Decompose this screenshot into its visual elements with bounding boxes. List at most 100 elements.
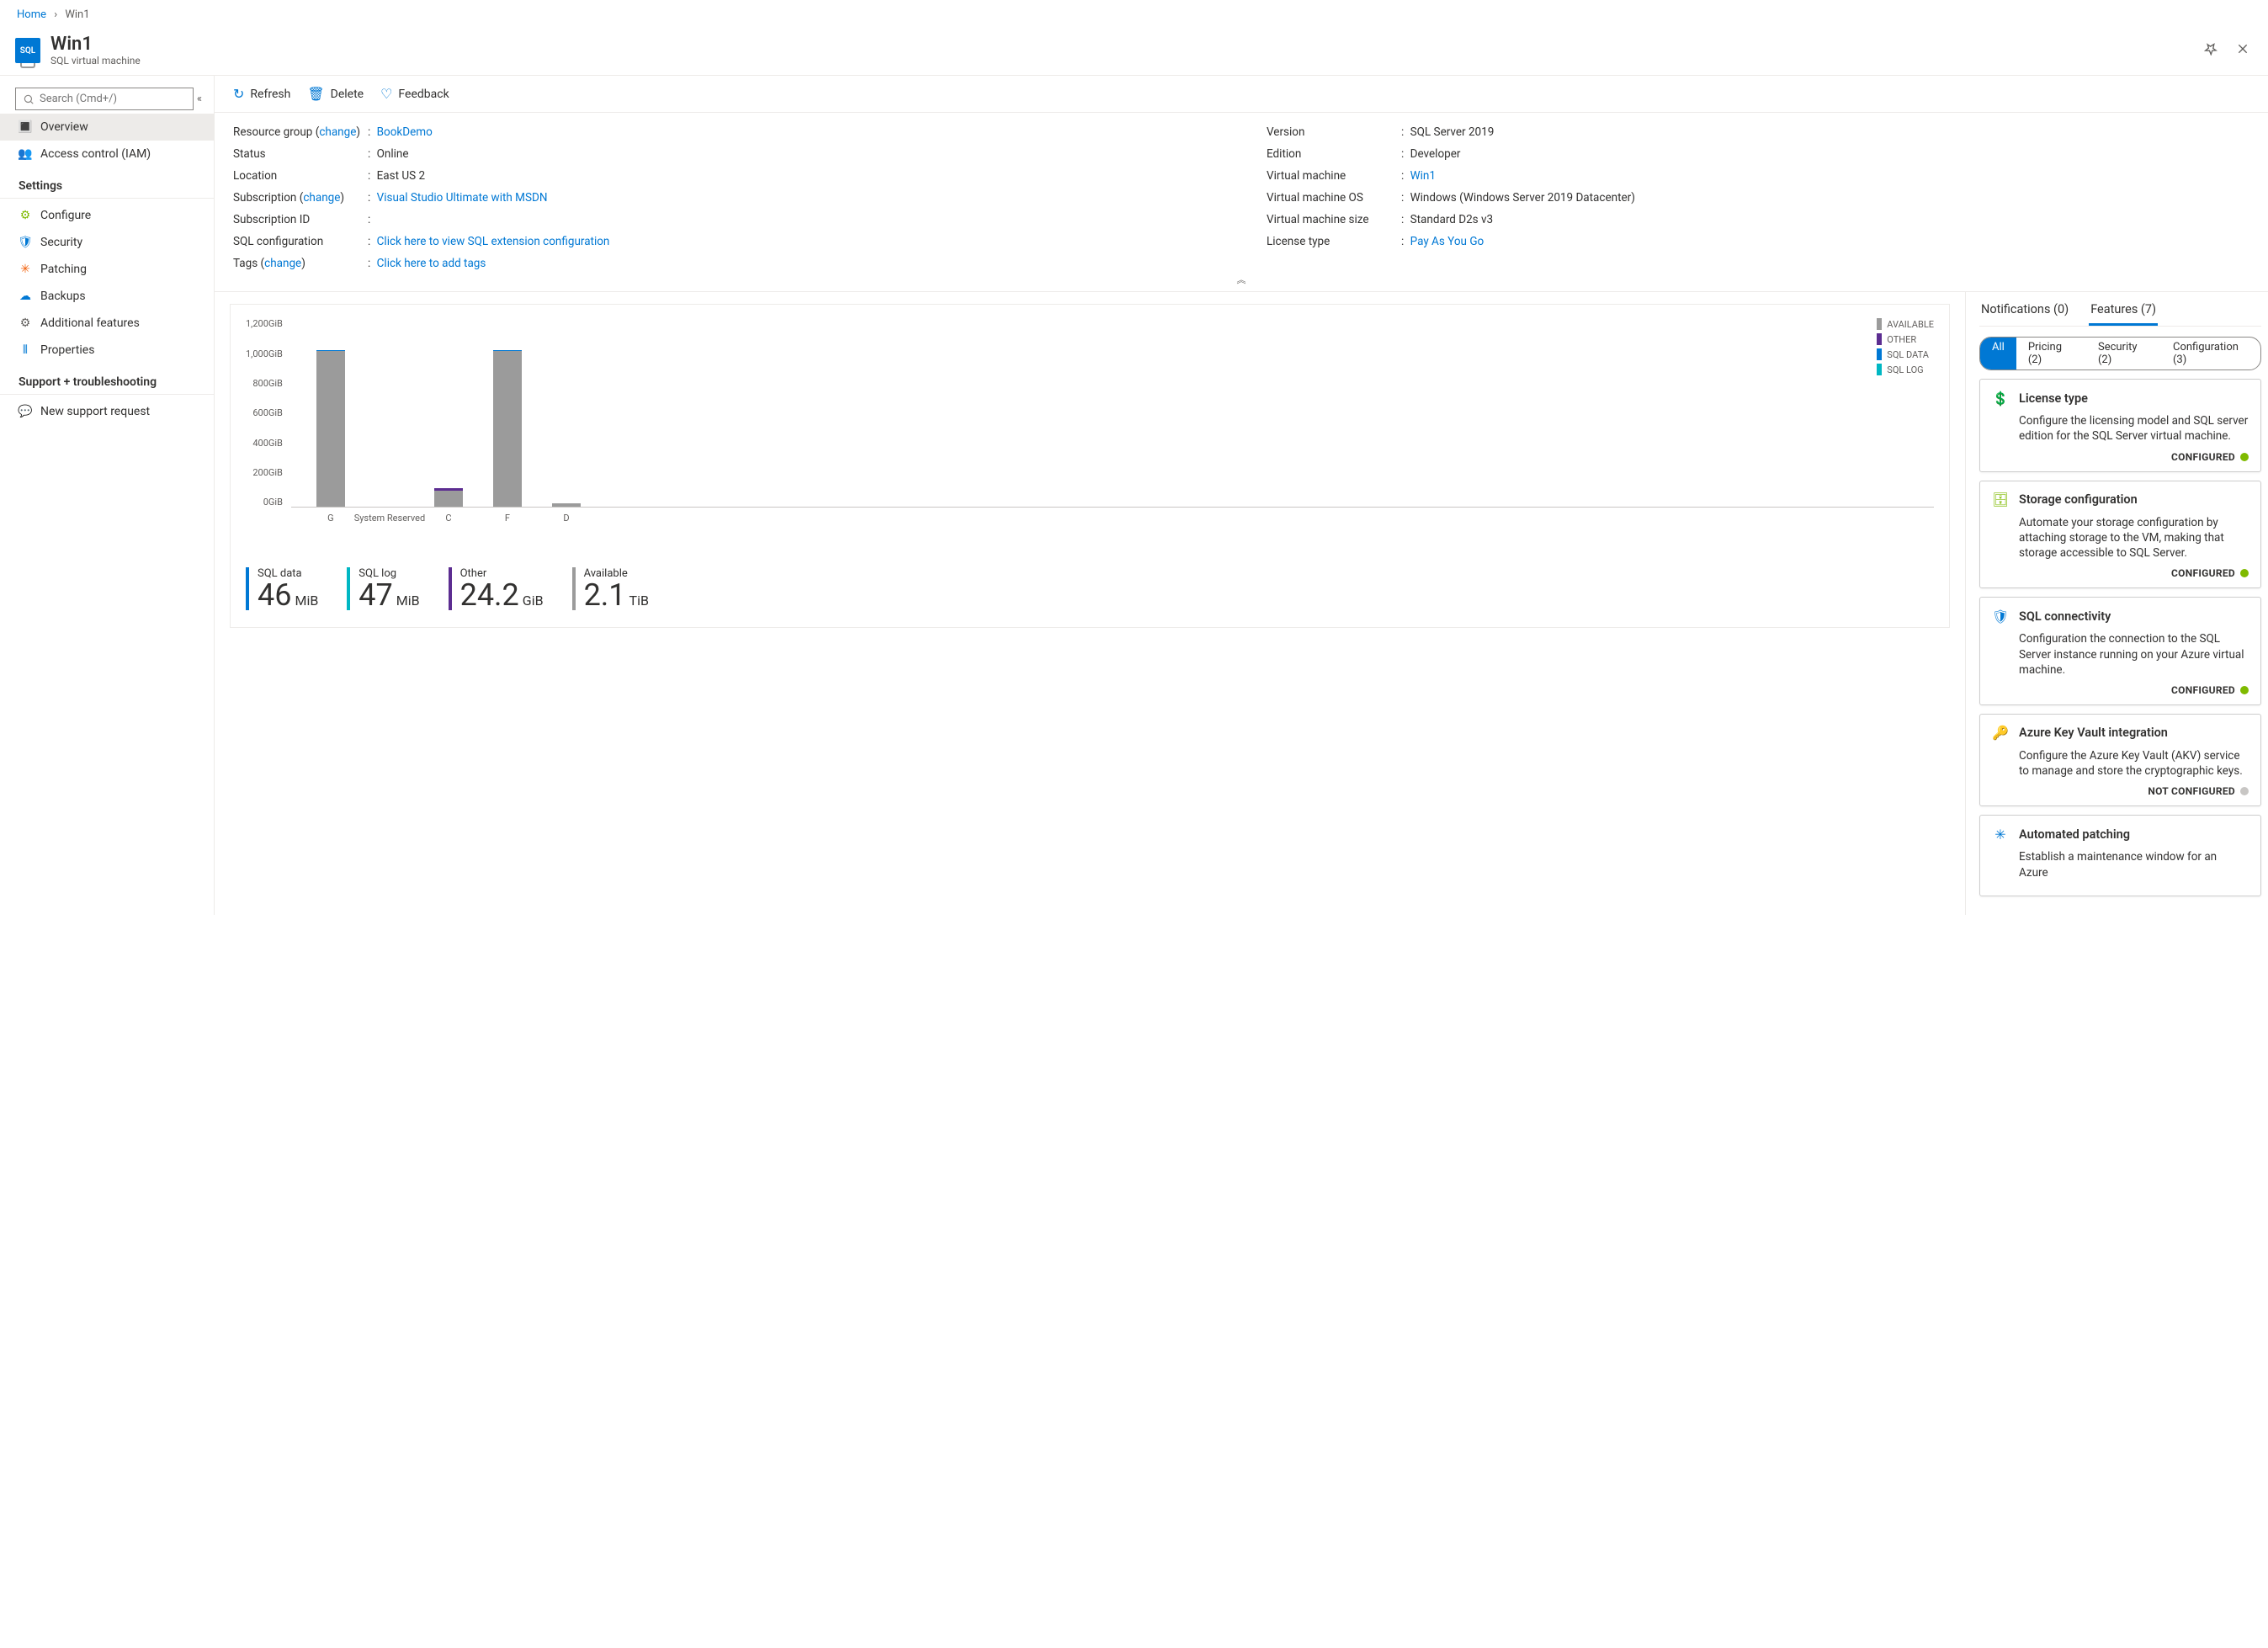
- essentials-value: Standard D2s v3: [1401, 213, 2249, 226]
- configure-icon: ⚙: [19, 209, 32, 222]
- sidebar-item-configure[interactable]: ⚙ Configure: [0, 202, 214, 229]
- sidebar-collapse-button[interactable]: «: [194, 93, 205, 105]
- pill-all[interactable]: All: [1980, 338, 2016, 369]
- feature-description: Configure the licensing model and SQL se…: [2019, 413, 2249, 444]
- essentials-value-link[interactable]: Win1: [1410, 169, 1436, 183]
- feature-card-azure-key-vault-integration[interactable]: 🔑Azure Key Vault integrationConfigure th…: [1979, 714, 2261, 806]
- sidebar-item-label: Additional features: [40, 316, 140, 330]
- feature-description: Establish a maintenance window for an Az…: [2019, 849, 2249, 880]
- close-icon: [2236, 42, 2249, 56]
- sidebar-item-label: Access control (IAM): [40, 147, 151, 161]
- pill-security-2-[interactable]: Security (2): [2086, 338, 2161, 369]
- sidebar-item-security[interactable]: 🛡 Security: [0, 229, 214, 256]
- essentials-value: BookDemo: [368, 125, 1216, 139]
- feature-card-automated-patching[interactable]: ✳Automated patchingEstablish a maintenan…: [1979, 815, 2261, 896]
- essentials-key: Tags (change): [233, 257, 368, 270]
- sidebar-item-label: Overview: [40, 120, 88, 134]
- feature-status: CONFIGURED: [1992, 567, 2249, 579]
- sidebar-item-patching[interactable]: ✳Patching: [0, 256, 214, 283]
- pin-icon: [2204, 42, 2218, 56]
- delete-button[interactable]: 🗑Delete: [307, 86, 364, 102]
- sidebar-item-access-control-iam-[interactable]: 👥 Access control (IAM): [0, 141, 214, 167]
- pill-pricing-2-[interactable]: Pricing (2): [2016, 338, 2086, 369]
- essentials-key: Virtual machine size: [1267, 213, 1401, 226]
- sidebar-item-properties[interactable]: ⦀ Properties: [0, 337, 214, 364]
- security-icon: 🛡: [19, 236, 32, 249]
- feature-card-sql-connectivity[interactable]: 🛡 SQL connectivity Configuration the conne…: [1979, 597, 2261, 705]
- access-control-iam--icon: 👥: [19, 147, 32, 161]
- feature-title: Automated patching: [2019, 827, 2130, 842]
- feature-title: SQL connectivity: [2019, 609, 2111, 624]
- feature-title: License type: [2019, 391, 2088, 406]
- essentials-key: Virtual machine OS: [1267, 191, 1401, 205]
- feature-status: NOT CONFIGURED: [1992, 785, 2249, 797]
- essentials-value-link[interactable]: Visual Studio Ultimate with MSDN: [377, 191, 548, 205]
- breadcrumb-home[interactable]: Home: [17, 8, 46, 21]
- feature-description: Automate your storage configuration by a…: [2019, 515, 2249, 561]
- sidebar-item-label: Security: [40, 236, 82, 249]
- sidebar-item-overview[interactable]: 🔳Overview: [0, 114, 214, 141]
- refresh-icon: ↻: [233, 86, 244, 102]
- essentials-key: Status: [233, 147, 368, 161]
- breadcrumb: Home › Win1: [0, 0, 2268, 29]
- feedback-button[interactable]: ♡Feedback: [380, 86, 449, 102]
- metric-other: Other24.2GiB: [449, 567, 544, 610]
- change-link[interactable]: change: [303, 191, 340, 205]
- essentials-key: License type: [1267, 235, 1401, 248]
- filter-pills: AllPricing (2)Security (2)Configuration …: [1979, 337, 2261, 370]
- storage-bar-chart: 1,200GiB1,000GiB800GiB600GiB400GiB200GiB…: [246, 318, 1934, 537]
- essentials-value: Developer: [1401, 147, 2249, 161]
- new-support-request-icon: 💬: [19, 405, 32, 418]
- essentials-value: SQL Server 2019: [1401, 125, 2249, 139]
- sidebar-item-label: Backups: [40, 290, 86, 303]
- chart-legend: AVAILABLEOTHERSQL DATASQL LOG: [1877, 318, 1934, 379]
- feature-icon: 💲: [1992, 390, 2009, 407]
- collapse-essentials-button[interactable]: ︽: [1237, 273, 1246, 286]
- sidebar-section-settings: Settings: [0, 167, 214, 199]
- essentials-value-link[interactable]: Pay As You Go: [1410, 235, 1485, 248]
- metric-available: Available2.1TiB: [572, 567, 649, 610]
- toolbar: ↻Refresh 🗑Delete ♡Feedback: [215, 76, 2268, 113]
- essentials-key: Virtual machine: [1267, 169, 1401, 183]
- right-tabs: Notifications (0) Features (7): [1979, 302, 2261, 327]
- essentials-value-link[interactable]: BookDemo: [377, 125, 433, 139]
- sidebar-item-label: New support request: [40, 405, 150, 418]
- essentials-key: Resource group (change): [233, 125, 368, 139]
- pill-configuration-3-[interactable]: Configuration (3): [2161, 338, 2260, 369]
- delete-icon: 🗑: [307, 86, 324, 102]
- sidebar-search-input[interactable]: [15, 88, 194, 110]
- resource-type-icon: SQL: [15, 38, 40, 63]
- change-link[interactable]: change: [264, 257, 301, 270]
- tab-features[interactable]: Features (7): [2089, 302, 2158, 326]
- essentials-value: Online: [368, 147, 1216, 161]
- essentials-value: Visual Studio Ultimate with MSDN: [368, 191, 1216, 205]
- sidebar-item-label: Properties: [40, 343, 94, 357]
- properties-icon: ⦀: [19, 343, 32, 357]
- essentials-key: SQL configuration: [233, 235, 368, 248]
- sidebar-item-label: Configure: [40, 209, 91, 222]
- backups-icon: ☁: [19, 290, 32, 303]
- feature-title: Storage configuration: [2019, 492, 2138, 507]
- feature-card-storage-configuration[interactable]: 🗄Storage configurationAutomate your stor…: [1979, 481, 2261, 589]
- sidebar-item-backups[interactable]: ☁ Backups: [0, 283, 214, 310]
- sidebar-section-support: Support + troubleshooting: [0, 364, 214, 395]
- change-link[interactable]: change: [319, 125, 356, 139]
- close-button[interactable]: [2233, 39, 2253, 62]
- sidebar-item-label: Patching: [40, 263, 87, 276]
- feature-status: CONFIGURED: [1992, 451, 2249, 463]
- sidebar-item-new-support-request[interactable]: 💬 New support request: [0, 398, 214, 425]
- sidebar-item-additional-features[interactable]: ⚙Additional features: [0, 310, 214, 337]
- feature-description: Configuration the connection to the SQL …: [2019, 631, 2249, 678]
- refresh-button[interactable]: ↻Refresh: [233, 86, 290, 102]
- essentials-key: Subscription ID: [233, 213, 368, 226]
- pin-button[interactable]: [2201, 39, 2221, 62]
- tab-notifications[interactable]: Notifications (0): [1979, 302, 2070, 326]
- essentials-value-link[interactable]: Click here to view SQL extension configu…: [377, 235, 610, 248]
- metric-sql-data: SQL data46MiB: [246, 567, 318, 610]
- sidebar: « 🔳Overview 👥 Access control (IAM) Setting…: [0, 76, 215, 915]
- feature-status: CONFIGURED: [1992, 684, 2249, 696]
- feature-icon: 🛡: [1992, 608, 2009, 625]
- essentials-value-link[interactable]: Click here to add tags: [377, 257, 486, 270]
- essentials-value: Windows (Windows Server 2019 Datacenter): [1401, 191, 2249, 205]
- feature-card-license-type[interactable]: 💲 License type Configure the licensing mod…: [1979, 379, 2261, 471]
